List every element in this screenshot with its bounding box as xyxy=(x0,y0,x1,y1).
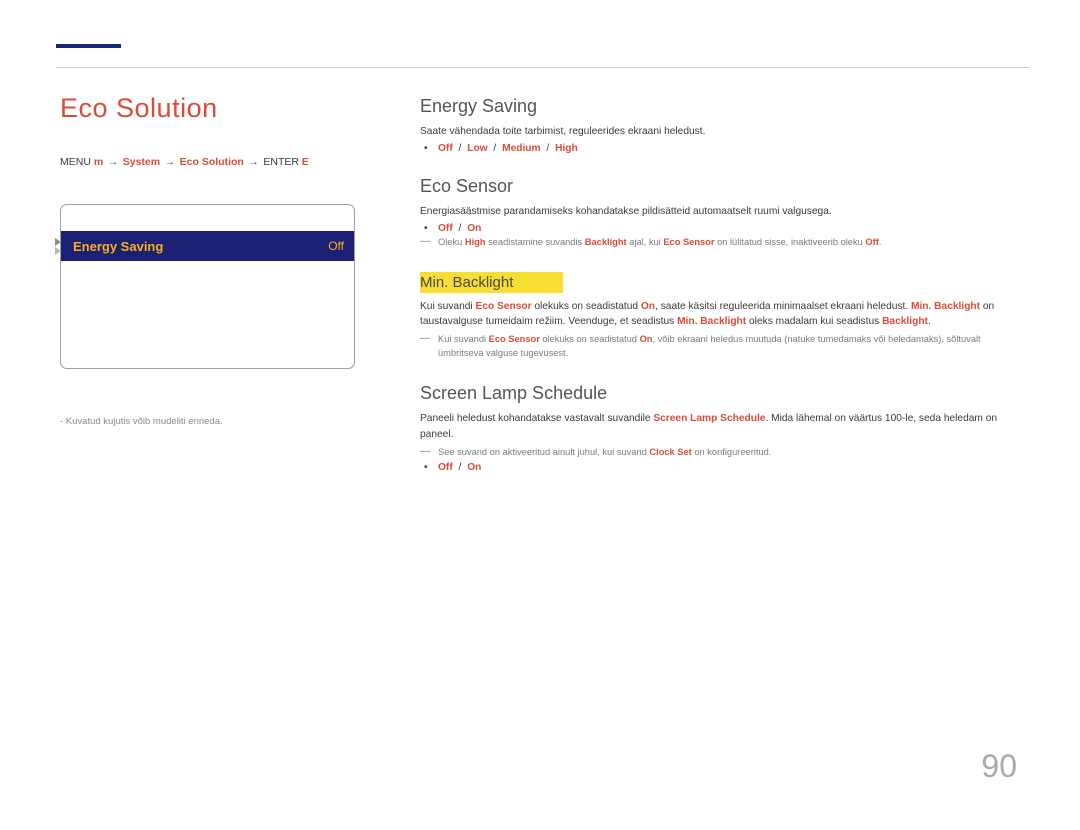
t: Kui suvandi xyxy=(438,334,489,344)
note-min-backlight: Kui suvandi Eco Sensor olekuks on seadis… xyxy=(420,333,1020,361)
left-column: Eco Solution MENU m → System → Eco Solut… xyxy=(60,68,420,475)
hl: Eco Sensor xyxy=(663,237,714,247)
panel-footnote: - Kuvatud kujutis võib mudeliti erineda. xyxy=(60,416,390,427)
opt-low: Low xyxy=(467,143,487,154)
note-screen-lamp: See suvand on aktiveeritud ainult juhul,… xyxy=(420,446,1020,460)
hl: High xyxy=(465,237,486,247)
heading-energy-saving: Energy Saving xyxy=(420,96,1020,117)
energy-saving-value: Off xyxy=(328,239,344,253)
t: Kui suvandi xyxy=(420,301,476,312)
t: ajal, kui xyxy=(627,237,664,247)
hl: Backlight xyxy=(882,316,928,327)
bullet-energy-saving: Off / Low / Medium / High xyxy=(438,143,1020,154)
opt-medium: Medium xyxy=(502,143,541,154)
hl: Eco Sensor xyxy=(489,334,540,344)
breadcrumb-enter: ENTER xyxy=(263,156,302,168)
t: , saate käsitsi reguleerida minimaalset … xyxy=(655,301,911,312)
t: olekuks on seadistatud xyxy=(532,301,641,312)
hl: Clock Set xyxy=(649,447,691,457)
opt-off: Off xyxy=(438,143,453,154)
sep: / xyxy=(456,143,465,154)
breadcrumb-eco: Eco Solution xyxy=(180,156,244,168)
t: seadistamine suvandis xyxy=(486,237,585,247)
hl: Min. Backlight xyxy=(911,301,980,312)
breadcrumb-arrow: → xyxy=(246,157,262,168)
header-rule xyxy=(56,67,1030,68)
sep: / xyxy=(456,462,465,473)
breadcrumb-menu: MENU xyxy=(60,156,94,168)
hl: On xyxy=(640,334,653,344)
t: on konfigureeritud. xyxy=(692,447,772,457)
breadcrumb-menu-icon: m xyxy=(94,156,103,168)
section-screen-lamp: Screen Lamp Schedule Paneeli heledust ko… xyxy=(420,383,1020,473)
sep: / xyxy=(544,143,553,154)
hl: Min. Backlight xyxy=(677,316,746,327)
opt-off: Off xyxy=(438,462,453,473)
section-min-backlight: Min. Backlight Kui suvandi Eco Sensor ol… xyxy=(420,272,1020,362)
t: olekuks on seadistatud xyxy=(540,334,640,344)
opt-on: On xyxy=(467,223,481,234)
sep: / xyxy=(456,223,465,234)
settings-panel: Energy Saving Off xyxy=(60,204,355,369)
energy-saving-row[interactable]: Energy Saving Off xyxy=(61,231,354,261)
hl: On xyxy=(641,301,655,312)
hl: Screen Lamp Schedule xyxy=(653,413,765,424)
t: . xyxy=(928,316,931,327)
sep: / xyxy=(491,143,500,154)
t: oleks madalam kui seadistus xyxy=(746,316,882,327)
heading-screen-lamp: Screen Lamp Schedule xyxy=(420,383,1020,404)
desc-screen-lamp: Paneeli heledust kohandatakse vastavalt … xyxy=(420,411,1020,443)
desc-eco-sensor: Energiasäästmise parandamiseks kohandata… xyxy=(420,204,1020,220)
breadcrumb: MENU m → System → Eco Solution → ENTER E xyxy=(60,156,390,168)
page-number: 90 xyxy=(981,748,1017,785)
heading-min-backlight: Min. Backlight xyxy=(420,272,563,293)
hl: Eco Sensor xyxy=(476,301,532,312)
opt-high: High xyxy=(555,143,578,154)
desc-min-backlight: Kui suvandi Eco Sensor olekuks on seadis… xyxy=(420,299,1020,331)
t: . xyxy=(879,237,882,247)
breadcrumb-enter-icon: E xyxy=(302,156,309,168)
section-eco-sensor: Eco Sensor Energiasäästmise parandamisek… xyxy=(420,176,1020,250)
bullet-eco-sensor: Off / On xyxy=(438,223,1020,234)
t: on lülitatud sisse, inaktiveerib oleku xyxy=(714,237,865,247)
section-energy-saving: Energy Saving Saate vähendada toite tarb… xyxy=(420,96,1020,154)
breadcrumb-arrow: → xyxy=(162,157,178,168)
hl: Off xyxy=(865,237,878,247)
note-eco-sensor: Oleku High seadistamine suvandis Backlig… xyxy=(420,236,1020,250)
hl: Backlight xyxy=(585,237,627,247)
energy-saving-label: Energy Saving xyxy=(73,239,163,254)
t: Paneeli heledust kohandatakse vastavalt … xyxy=(420,413,653,424)
bullet-screen-lamp: Off / On xyxy=(438,462,1020,473)
opt-off: Off xyxy=(438,223,453,234)
desc-energy-saving: Saate vähendada toite tarbimist, regulee… xyxy=(420,124,1020,140)
breadcrumb-system: System xyxy=(123,156,160,168)
page-title: Eco Solution xyxy=(60,93,390,124)
opt-on: On xyxy=(467,462,481,473)
t: See suvand on aktiveeritud ainult juhul,… xyxy=(438,447,649,457)
right-column: Energy Saving Saate vähendada toite tarb… xyxy=(420,68,1020,475)
t: Oleku xyxy=(438,237,465,247)
heading-eco-sensor: Eco Sensor xyxy=(420,176,1020,197)
page-columns: Eco Solution MENU m → System → Eco Solut… xyxy=(0,68,1080,475)
breadcrumb-arrow: → xyxy=(105,157,121,168)
